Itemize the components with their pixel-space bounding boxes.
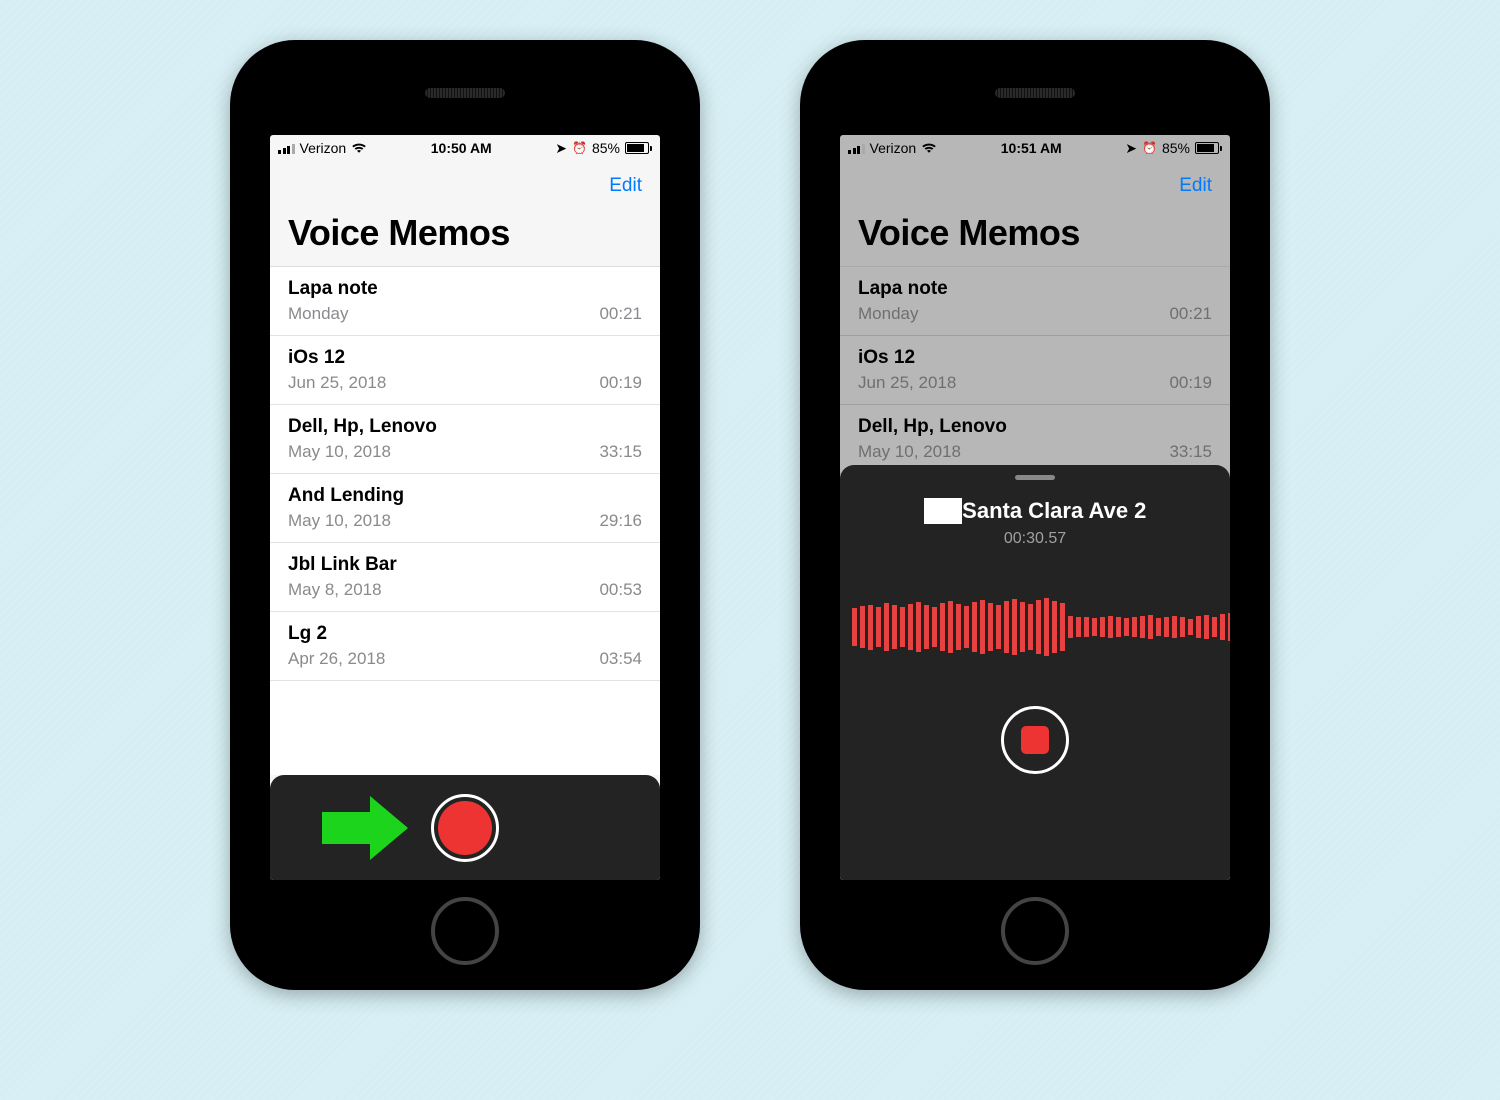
wifi-icon bbox=[351, 142, 367, 154]
memo-duration: 00:53 bbox=[599, 580, 642, 600]
memo-meta: May 10, 2018 33:15 bbox=[858, 442, 1212, 462]
waveform bbox=[840, 592, 1230, 662]
app-title: Voice Memos bbox=[858, 212, 1212, 254]
memo-title: And Lending bbox=[288, 485, 642, 507]
recording-title-row: Santa Clara Ave 2 bbox=[924, 498, 1147, 524]
memo-item[interactable]: Jbl Link Bar May 8, 2018 00:53 bbox=[270, 543, 660, 612]
memo-title: iOs 12 bbox=[288, 347, 642, 369]
memo-meta: Monday 00:21 bbox=[858, 304, 1212, 324]
memo-item[interactable]: iOs 12 Jun 25, 2018 00:19 bbox=[840, 336, 1230, 405]
status-time: 10:50 AM bbox=[431, 140, 492, 156]
battery-percent: 85% bbox=[592, 140, 620, 156]
memo-meta: May 10, 2018 29:16 bbox=[288, 511, 642, 531]
annotation-arrow-icon bbox=[322, 812, 370, 844]
memo-item[interactable]: And Lending May 10, 2018 29:16 bbox=[270, 474, 660, 543]
status-time: 10:51 AM bbox=[1001, 140, 1062, 156]
memo-meta: Jun 25, 2018 00:19 bbox=[858, 373, 1212, 393]
memo-date: Monday bbox=[288, 304, 348, 324]
phone-left: Verizon 10:50 AM ➤ ⏰ 85% Edit Voice Memo… bbox=[230, 40, 700, 990]
stop-icon bbox=[1021, 726, 1049, 754]
memo-date: May 8, 2018 bbox=[288, 580, 382, 600]
app-title: Voice Memos bbox=[288, 212, 642, 254]
memo-duration: 29:16 bbox=[599, 511, 642, 531]
wifi-icon bbox=[921, 142, 937, 154]
phone-speaker bbox=[425, 88, 505, 98]
record-bar bbox=[270, 775, 660, 880]
home-button[interactable] bbox=[431, 897, 499, 965]
status-bar: Verizon 10:51 AM ➤ ⏰ 85% bbox=[840, 135, 1230, 161]
carrier-label: Verizon bbox=[300, 140, 347, 156]
memo-duration: 03:54 bbox=[599, 649, 642, 669]
title-bar: Voice Memos bbox=[270, 207, 660, 267]
battery-percent: 85% bbox=[1162, 140, 1190, 156]
memo-duration: 00:19 bbox=[599, 373, 642, 393]
memo-title: Jbl Link Bar bbox=[288, 554, 642, 576]
memo-title: Lapa note bbox=[858, 278, 1212, 300]
recording-sheet[interactable]: Santa Clara Ave 2 00:30.57 bbox=[840, 465, 1230, 880]
edit-button[interactable]: Edit bbox=[1179, 175, 1212, 197]
memo-date: Jun 25, 2018 bbox=[288, 373, 386, 393]
memo-duration: 00:21 bbox=[1169, 304, 1212, 324]
phone-right: Verizon 10:51 AM ➤ ⏰ 85% Edit Voice Memo… bbox=[800, 40, 1270, 990]
nav-bar: Edit bbox=[840, 161, 1230, 207]
memo-title: Dell, Hp, Lenovo bbox=[858, 416, 1212, 438]
location-icon: ➤ bbox=[555, 140, 567, 157]
memo-date: May 10, 2018 bbox=[858, 442, 961, 462]
memo-item[interactable]: Lapa note Monday 00:21 bbox=[270, 267, 660, 336]
phone-speaker bbox=[995, 88, 1075, 98]
home-button[interactable] bbox=[1001, 897, 1069, 965]
memo-title: Lg 2 bbox=[288, 623, 642, 645]
memo-item[interactable]: iOs 12 Jun 25, 2018 00:19 bbox=[270, 336, 660, 405]
memo-title: Lapa note bbox=[288, 278, 642, 300]
memo-meta: May 10, 2018 33:15 bbox=[288, 442, 642, 462]
memo-meta: May 8, 2018 00:53 bbox=[288, 580, 642, 600]
memo-list[interactable]: Lapa note Monday 00:21 iOs 12 Jun 25, 2018 00… bbox=[270, 267, 660, 775]
memo-title: Dell, Hp, Lenovo bbox=[288, 416, 642, 438]
nav-bar: Edit bbox=[270, 161, 660, 207]
memo-duration: 33:15 bbox=[599, 442, 642, 462]
battery-icon bbox=[625, 142, 652, 154]
alarm-icon: ⏰ bbox=[1142, 141, 1157, 155]
title-bar: Voice Memos bbox=[840, 207, 1230, 267]
memo-duration: 00:21 bbox=[599, 304, 642, 324]
memo-duration: 00:19 bbox=[1169, 373, 1212, 393]
record-button[interactable] bbox=[431, 794, 499, 862]
memo-meta: Apr 26, 2018 03:54 bbox=[288, 649, 642, 669]
screen-right: Verizon 10:51 AM ➤ ⏰ 85% Edit Voice Memo… bbox=[840, 135, 1230, 880]
recording-elapsed: 00:30.57 bbox=[1004, 530, 1066, 548]
memo-item[interactable]: Dell, Hp, Lenovo May 10, 2018 33:15 bbox=[270, 405, 660, 474]
battery-icon bbox=[1195, 142, 1222, 154]
status-bar: Verizon 10:50 AM ➤ ⏰ 85% bbox=[270, 135, 660, 161]
screen-left: Verizon 10:50 AM ➤ ⏰ 85% Edit Voice Memo… bbox=[270, 135, 660, 880]
memo-date: Monday bbox=[858, 304, 918, 324]
memo-title: iOs 12 bbox=[858, 347, 1212, 369]
signal-icon bbox=[278, 142, 295, 154]
recording-title-obscured bbox=[924, 498, 963, 524]
memo-duration: 33:15 bbox=[1169, 442, 1212, 462]
annotation-arrow-head-icon bbox=[370, 796, 408, 860]
stop-button[interactable] bbox=[1001, 706, 1069, 774]
memo-item[interactable]: Lapa note Monday 00:21 bbox=[840, 267, 1230, 336]
memo-item[interactable]: Dell, Hp, Lenovo May 10, 2018 33:15 bbox=[840, 405, 1230, 474]
memo-date: May 10, 2018 bbox=[288, 442, 391, 462]
memo-meta: Jun 25, 2018 00:19 bbox=[288, 373, 642, 393]
edit-button[interactable]: Edit bbox=[609, 175, 642, 197]
sheet-grabber-icon[interactable] bbox=[1015, 475, 1055, 480]
memo-date: Apr 26, 2018 bbox=[288, 649, 385, 669]
memo-item[interactable]: Lg 2 Apr 26, 2018 03:54 bbox=[270, 612, 660, 681]
memo-date: Jun 25, 2018 bbox=[858, 373, 956, 393]
recording-title: Santa Clara Ave 2 bbox=[962, 498, 1146, 524]
alarm-icon: ⏰ bbox=[572, 141, 587, 155]
memo-meta: Monday 00:21 bbox=[288, 304, 642, 324]
signal-icon bbox=[848, 142, 865, 154]
carrier-label: Verizon bbox=[870, 140, 917, 156]
memo-date: May 10, 2018 bbox=[288, 511, 391, 531]
record-icon bbox=[438, 801, 492, 855]
location-icon: ➤ bbox=[1125, 140, 1137, 157]
